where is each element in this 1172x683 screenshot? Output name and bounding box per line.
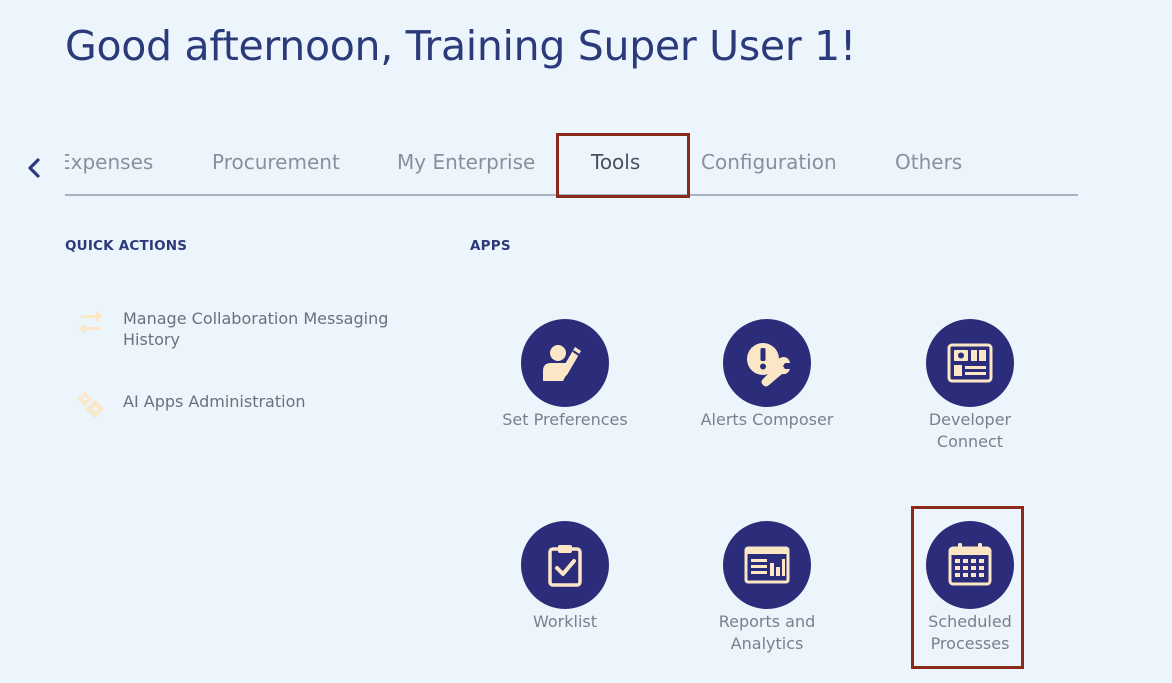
app-icon-circle bbox=[723, 521, 811, 609]
quick-action-ai-apps-admin[interactable]: AI Apps Administration bbox=[76, 391, 393, 421]
quick-action-manage-collaboration[interactable]: Manage Collaboration Messaging History bbox=[76, 308, 393, 350]
app-icon-circle bbox=[521, 319, 609, 407]
app-label: Developer Connect bbox=[928, 410, 1012, 451]
greeting-title: Good afternoon, Training Super User 1! bbox=[65, 22, 857, 70]
tab-tools[interactable]: Tools bbox=[591, 150, 640, 174]
app-scheduled-processes[interactable]: Scheduled Processes bbox=[895, 521, 1045, 655]
app-label: Set Preferences bbox=[502, 410, 628, 429]
gears-icon bbox=[78, 392, 104, 418]
app-worklist[interactable]: Worklist bbox=[490, 521, 640, 633]
app-icon-circle bbox=[723, 319, 811, 407]
app-developer-connect[interactable]: Developer Connect bbox=[895, 319, 1045, 453]
app-reports-analytics[interactable]: Reports and Analytics bbox=[692, 521, 842, 655]
tab-strip: Expenses Procurement My Enterprise Tools… bbox=[65, 130, 1078, 196]
apps-title: APPS bbox=[470, 238, 511, 254]
user-edit-icon bbox=[543, 345, 581, 381]
tab-configuration[interactable]: Configuration bbox=[701, 150, 837, 174]
quick-action-label: Manage Collaboration Messaging History bbox=[123, 309, 389, 349]
tab-expenses[interactable]: Expenses bbox=[65, 150, 153, 174]
calendar-icon bbox=[948, 543, 992, 586]
quick-action-label: AI Apps Administration bbox=[123, 392, 306, 411]
app-alerts-composer[interactable]: Alerts Composer bbox=[692, 319, 842, 431]
app-label: Scheduled Processes bbox=[928, 612, 1012, 653]
tabs-previous-button[interactable] bbox=[24, 156, 46, 180]
category-tabbar: Expenses Procurement My Enterprise Tools… bbox=[0, 130, 1172, 200]
tab-my-enterprise[interactable]: My Enterprise bbox=[397, 150, 535, 174]
clipboard-check-icon bbox=[548, 545, 582, 587]
app-icon-circle bbox=[521, 521, 609, 609]
tab-procurement[interactable]: Procurement bbox=[212, 150, 340, 174]
chevron-left-icon bbox=[28, 158, 40, 178]
report-chart-icon bbox=[744, 546, 790, 584]
app-set-preferences[interactable]: Set Preferences bbox=[490, 319, 640, 431]
app-label: Alerts Composer bbox=[700, 410, 834, 429]
app-label: Worklist bbox=[532, 612, 597, 631]
app-icon-circle bbox=[926, 319, 1014, 407]
developer-dashboard-icon bbox=[947, 343, 993, 383]
home-page: Good afternoon, Training Super User 1! E… bbox=[0, 0, 1172, 683]
alert-wrench-icon bbox=[747, 343, 790, 387]
tab-others[interactable]: Others bbox=[895, 150, 962, 174]
quick-actions-title: QUICK ACTIONS bbox=[65, 238, 188, 254]
swap-arrows-icon bbox=[79, 311, 103, 334]
app-icon-circle bbox=[926, 521, 1014, 609]
app-label: Reports and Analytics bbox=[718, 612, 816, 653]
